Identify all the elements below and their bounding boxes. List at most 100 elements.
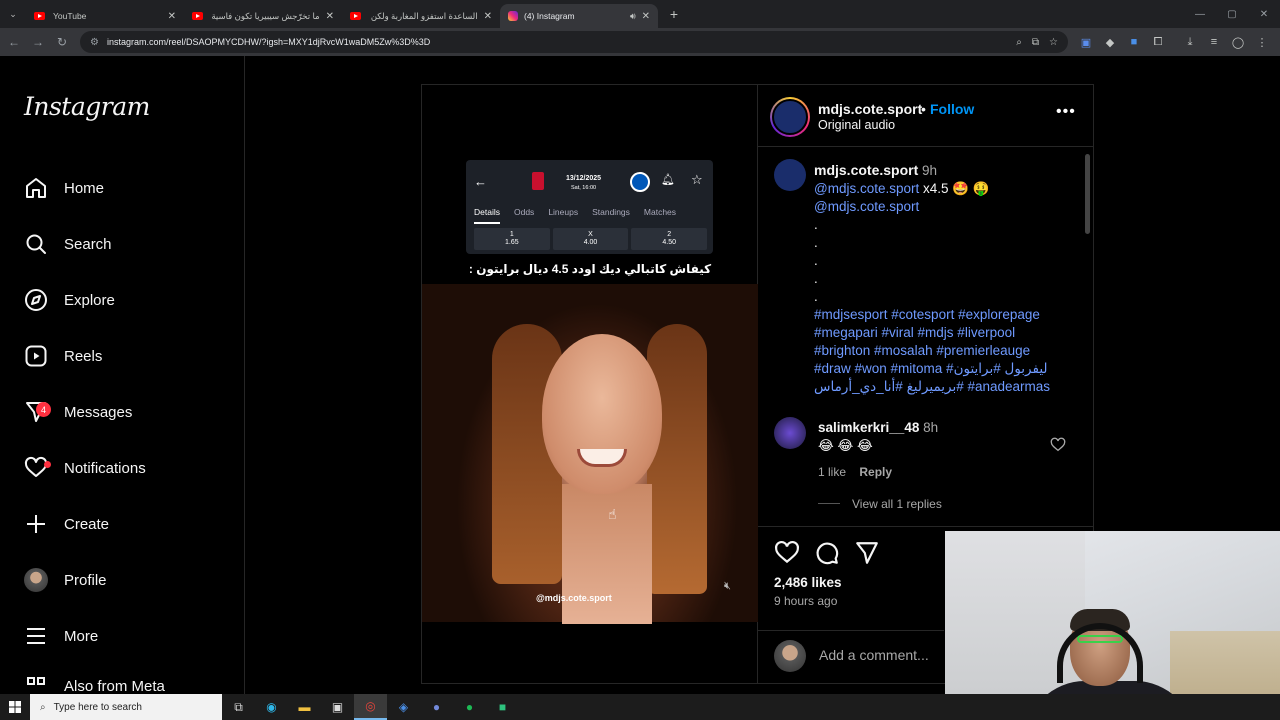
minimize-icon[interactable]: — bbox=[1184, 0, 1216, 28]
close-icon[interactable]: ✕ bbox=[484, 11, 492, 22]
sidebar-item-search[interactable]: Search bbox=[24, 226, 112, 262]
discord-icon[interactable]: ● bbox=[420, 694, 453, 720]
comment-likes[interactable]: 1 like bbox=[818, 465, 846, 479]
instagram-logo[interactable]: Instagram bbox=[24, 92, 150, 121]
maximize-icon[interactable]: ▢ bbox=[1216, 0, 1248, 28]
extensions-puzzle-icon[interactable]: ⧠ bbox=[1146, 36, 1170, 49]
edge-icon[interactable]: ◉ bbox=[255, 694, 288, 720]
more-options-icon[interactable]: ••• bbox=[1056, 103, 1076, 121]
reading-list-icon[interactable]: ≡ bbox=[1202, 36, 1226, 48]
sidebar-item-reels[interactable]: Reels bbox=[24, 338, 102, 374]
original-audio-link[interactable]: Original audio bbox=[818, 118, 895, 132]
sidebar-item-home[interactable]: Home bbox=[24, 170, 104, 206]
comment-bubble-icon[interactable] bbox=[814, 540, 840, 571]
likes-count[interactable]: 2,486 likes bbox=[774, 575, 842, 590]
avatar[interactable] bbox=[770, 97, 810, 137]
windows-start-icon[interactable] bbox=[0, 701, 30, 713]
tab-title: الساعدة استفزو المغاربة ولكن ال bbox=[369, 10, 478, 21]
task-view-icon[interactable]: ⧉ bbox=[222, 694, 255, 720]
reply-button[interactable]: Reply bbox=[859, 465, 892, 479]
odd-key: 2 bbox=[667, 231, 672, 238]
comment-like-heart-icon[interactable] bbox=[1050, 437, 1066, 458]
separator-dot: • bbox=[921, 101, 926, 117]
sidebar-item-more[interactable]: More bbox=[24, 618, 98, 654]
forward-icon[interactable]: → bbox=[26, 35, 50, 49]
sidebar-item-messages[interactable]: 4 Messages bbox=[24, 394, 132, 430]
zoom-icon[interactable]: ⌕ bbox=[1016, 37, 1022, 48]
video-caption: كيفاش كاتبالي ديك اودد 4.5 ديال برايتون … bbox=[468, 262, 712, 276]
video-frame[interactable] bbox=[422, 284, 758, 624]
reload-icon[interactable]: ↻ bbox=[50, 35, 74, 49]
close-icon[interactable]: ✕ bbox=[326, 11, 334, 22]
taskbar-search[interactable]: ⌕ Type here to search bbox=[30, 694, 222, 720]
translate-icon[interactable]: ▣ bbox=[1074, 36, 1098, 49]
back-arrow-icon: ← bbox=[474, 174, 487, 189]
avatar[interactable] bbox=[774, 159, 806, 191]
site-info-icon[interactable]: ⚙︎ bbox=[90, 37, 99, 48]
file-explorer-icon[interactable]: ▬ bbox=[288, 694, 321, 720]
add-comment-bar: Add a comment... bbox=[758, 630, 944, 684]
caption-username[interactable]: mdjs.cote.sport bbox=[814, 162, 918, 178]
close-icon[interactable]: ✕ bbox=[168, 11, 176, 22]
odds-row: 1 1.65 X 4.00 2 4.50 bbox=[474, 228, 708, 250]
app-green-icon[interactable]: ■ bbox=[486, 694, 519, 720]
kebab-menu-icon[interactable]: ⋮ bbox=[1250, 36, 1274, 49]
sidebar-item-explore[interactable]: Explore bbox=[24, 282, 115, 318]
url-bar[interactable]: ⚙︎ instagram.com/reel/DSAOPMYCDHW/?igsh=… bbox=[80, 31, 1068, 53]
hashtags[interactable]: #mdjsesport #cotesport #explorepage #meg… bbox=[814, 306, 1064, 396]
sidebar-item-profile[interactable]: Profile bbox=[24, 562, 107, 598]
chrome-icon[interactable]: ◎ bbox=[354, 694, 387, 720]
mention-link[interactable]: @mdjs.cote.sport bbox=[814, 199, 919, 214]
add-comment-input[interactable]: Add a comment... bbox=[819, 647, 929, 663]
cast-icon[interactable]: ⧉ bbox=[1032, 37, 1039, 48]
notification-dot bbox=[44, 461, 51, 468]
follow-button[interactable]: Follow bbox=[930, 101, 974, 117]
sidebar-item-create[interactable]: Create bbox=[24, 506, 109, 542]
share-send-icon[interactable] bbox=[854, 540, 880, 571]
tab-search-chevron-icon[interactable]: ⌄ bbox=[0, 0, 26, 28]
odd-box: X 4.00 bbox=[552, 228, 629, 250]
tab-youtube[interactable]: YouTube ✕ bbox=[26, 4, 184, 28]
post-header: mdjs.cote.sport • Follow Original audio … bbox=[758, 85, 1094, 147]
avatar[interactable] bbox=[774, 417, 806, 449]
avatar bbox=[774, 640, 806, 672]
view-replies-button[interactable]: View all 1 replies bbox=[852, 497, 942, 511]
back-icon[interactable]: ← bbox=[2, 35, 26, 49]
odd-box: 1 1.65 bbox=[474, 228, 550, 250]
sidebar-item-notifications[interactable]: Notifications bbox=[24, 450, 146, 486]
comments-scrollbar[interactable] bbox=[1084, 148, 1092, 526]
url-text[interactable]: instagram.com/reel/DSAOPMYCDHW/?igsh=MXY… bbox=[107, 37, 430, 47]
reels-icon bbox=[24, 344, 48, 368]
search-icon: ⌕ bbox=[40, 701, 46, 713]
like-heart-icon[interactable] bbox=[774, 540, 800, 571]
download-icon[interactable]: ⤓ bbox=[1178, 36, 1202, 49]
close-window-icon[interactable]: ✕ bbox=[1248, 0, 1280, 28]
tab-youtube-video-2[interactable]: الساعدة استفزو المغاربة ولكن ال ✕ bbox=[342, 4, 500, 28]
profile-icon[interactable]: ◯ bbox=[1226, 36, 1250, 49]
caption-dot: . bbox=[814, 217, 818, 232]
instagram-sidebar: Instagram Home Search Explore Reels 4 Me… bbox=[0, 56, 245, 696]
speaker-icon[interactable]: 🔊︎ bbox=[630, 11, 636, 22]
tab-title: ما تخرّجش سيبيريا تكون فاسية ق bbox=[211, 10, 320, 21]
tab-instagram[interactable]: (4) Instagram 🔊︎ ✕ bbox=[500, 4, 658, 28]
screen: ⌄ YouTube ✕ ما تخرّجش سيبيريا تكون فاسية… bbox=[0, 0, 1280, 720]
odd-box: 2 4.50 bbox=[631, 228, 708, 250]
comment-username[interactable]: salimkerkri__48 bbox=[818, 420, 919, 435]
app-icon[interactable]: ◈ bbox=[387, 694, 420, 720]
spotify-icon[interactable]: ● bbox=[453, 694, 486, 720]
mute-icon[interactable]: 🔇︎ bbox=[724, 580, 731, 593]
bookmark-star-icon[interactable]: ☆ bbox=[1049, 37, 1058, 48]
close-icon[interactable]: ✕ bbox=[642, 11, 650, 22]
card-tab: Details bbox=[474, 207, 500, 224]
tab-youtube-video-1[interactable]: ما تخرّجش سيبيريا تكون فاسية ق ✕ bbox=[184, 4, 342, 28]
sidebar-item-label: Also from Meta bbox=[64, 678, 165, 695]
taskbar-search-placeholder[interactable]: Type here to search bbox=[54, 702, 142, 713]
mention-link[interactable]: @mdjs.cote.sport bbox=[814, 181, 919, 196]
sidebar-item-label: Profile bbox=[64, 571, 107, 589]
match-date-text: 13/12/2025 bbox=[566, 175, 602, 182]
new-tab-button[interactable]: + bbox=[662, 6, 686, 22]
extension-diamond-icon[interactable]: ◆ bbox=[1098, 36, 1122, 49]
post-username[interactable]: mdjs.cote.sport bbox=[818, 101, 922, 117]
store-icon[interactable]: ▣ bbox=[321, 694, 354, 720]
extension-blue-icon[interactable]: ■ bbox=[1122, 36, 1146, 48]
